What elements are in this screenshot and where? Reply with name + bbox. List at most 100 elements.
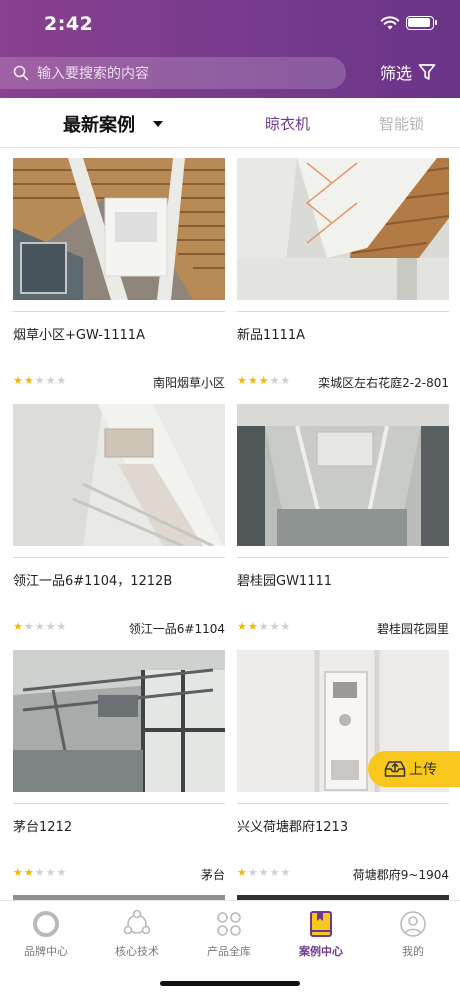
star-empty-icon: ★ (23, 620, 34, 633)
category-selected-label: 最新案例 (63, 115, 135, 136)
case-title: 兴义荷塘郡府1213 (237, 820, 349, 835)
case-grid: 烟草小区+GW-1111A ★ ★ ★ ★ ★ 南阳烟草小区 新品1111A ★… (0, 148, 460, 900)
upload-label: 上传 (409, 762, 437, 778)
search-icon (13, 65, 29, 81)
star-empty-icon: ★ (280, 374, 291, 387)
star-empty-icon: ★ (280, 620, 291, 633)
tabbar-item-brand[interactable]: 品牌中心 (6, 909, 86, 959)
category-dropdown[interactable]: 最新案例 (63, 111, 163, 137)
case-card[interactable]: 烟草小区+GW-1111A ★ ★ ★ ★ ★ 南阳烟草小区 (13, 148, 225, 394)
star-empty-icon: ★ (280, 866, 291, 879)
star-empty-icon: ★ (45, 620, 56, 633)
star-filled-icon: ★ (13, 374, 23, 387)
case-card[interactable]: 茅台1212 ★ ★ ★ ★ ★ 茅台 (13, 640, 225, 886)
tech-nodes-icon (123, 909, 151, 935)
search-placeholder: 输入要搜索的内容 (37, 66, 149, 82)
card-divider (13, 803, 225, 804)
case-rating: ★ ★ ★ ★ ★ (13, 375, 67, 387)
case-title: 碧桂园GW1111 (237, 574, 333, 589)
card-divider (237, 803, 449, 804)
case-book-icon (310, 911, 332, 937)
tabbar-item-products[interactable]: 产品全库 (189, 909, 269, 959)
app-header: 2:42 输入要搜索的内容 筛选 (0, 0, 460, 98)
star-empty-icon: ★ (34, 866, 45, 879)
search-input[interactable]: 输入要搜索的内容 (0, 57, 346, 89)
case-title: 新品1111A (237, 328, 305, 343)
star-empty-icon: ★ (56, 866, 67, 879)
star-filled-icon: ★ (23, 866, 34, 879)
star-empty-icon: ★ (258, 620, 269, 633)
tabbar-label: 案例中心 (299, 945, 343, 958)
tabbar-item-cases[interactable]: 案例中心 (281, 909, 361, 959)
profile-icon (400, 911, 426, 937)
star-empty-icon: ★ (269, 374, 280, 387)
star-filled-icon: ★ (237, 374, 247, 387)
case-photo (237, 404, 449, 546)
status-time: 2:42 (44, 13, 94, 35)
case-location: 南阳烟草小区 (152, 376, 225, 390)
filter-button[interactable]: 筛选 (380, 60, 436, 84)
star-empty-icon: ★ (56, 620, 67, 633)
case-rating: ★ ★ ★ ★ ★ (237, 867, 291, 879)
card-divider (237, 311, 449, 312)
case-rating: ★ ★ ★ ★ ★ (13, 621, 67, 633)
case-rating: ★ ★ ★ ★ ★ (237, 375, 291, 387)
filter-label: 筛选 (380, 64, 413, 83)
star-filled-icon: ★ (258, 374, 269, 387)
case-title: 领江一品6#1104，1212B (13, 574, 173, 589)
star-filled-icon: ★ (237, 620, 247, 633)
caret-down-icon (153, 121, 163, 127)
case-location: 荷塘郡府9~1904 (352, 868, 449, 882)
star-empty-icon: ★ (45, 866, 56, 879)
card-divider (13, 557, 225, 558)
star-empty-icon: ★ (269, 620, 280, 633)
star-empty-icon: ★ (247, 866, 258, 879)
star-empty-icon: ★ (269, 866, 280, 879)
tabbar-label: 我的 (402, 945, 424, 958)
star-filled-icon: ★ (247, 374, 258, 387)
case-card[interactable]: 新品1111A ★ ★ ★ ★ ★ 栾城区左右花庭2-2-801 (237, 148, 449, 394)
case-title: 茅台1212 (13, 820, 73, 835)
case-rating: ★ ★ ★ ★ ★ (13, 867, 67, 879)
star-empty-icon: ★ (34, 374, 45, 387)
case-location: 碧桂园花园里 (376, 622, 449, 636)
card-divider (237, 557, 449, 558)
battery-icon (406, 16, 437, 30)
brand-circle-icon (33, 911, 59, 937)
case-location: 栾城区左右花庭2-2-801 (318, 376, 449, 390)
case-photo (13, 158, 225, 300)
card-divider (13, 311, 225, 312)
star-empty-icon: ★ (258, 866, 269, 879)
case-photo (237, 158, 449, 300)
category-tabs-bar: 最新案例 晾衣机 智能锁 (0, 98, 460, 148)
case-rating: ★ ★ ★ ★ ★ (237, 621, 291, 633)
upload-tray-icon (384, 761, 406, 777)
filter-icon (418, 64, 436, 80)
case-location: 茅台 (200, 868, 225, 882)
wifi-icon (380, 16, 400, 30)
star-filled-icon: ★ (23, 374, 34, 387)
star-filled-icon: ★ (13, 620, 23, 633)
case-photo (13, 650, 225, 792)
star-filled-icon: ★ (247, 620, 258, 633)
case-title: 烟草小区+GW-1111A (13, 328, 145, 343)
status-bar: 2:42 (0, 0, 460, 50)
star-filled-icon: ★ (237, 866, 247, 879)
tabbar-label: 品牌中心 (24, 945, 68, 958)
tabbar-label: 产品全库 (207, 945, 251, 958)
home-indicator (160, 981, 300, 986)
upload-button[interactable]: 上传 (368, 751, 460, 787)
case-location: 领江一品6#1104 (128, 622, 225, 636)
tabbar-item-profile[interactable]: 我的 (373, 909, 453, 959)
star-empty-icon: ★ (34, 620, 45, 633)
product-grid-icon (217, 912, 241, 936)
case-card[interactable]: 领江一品6#1104，1212B ★ ★ ★ ★ ★ 领江一品6#1104 (13, 394, 225, 640)
tab-smart-lock[interactable]: 智能锁 (379, 113, 424, 134)
star-empty-icon: ★ (56, 374, 67, 387)
star-filled-icon: ★ (13, 866, 23, 879)
case-card[interactable]: 碧桂园GW1111 ★ ★ ★ ★ ★ 碧桂园花园里 (237, 394, 449, 640)
tab-clothes-airer[interactable]: 晾衣机 (265, 113, 310, 134)
tabbar-item-tech[interactable]: 核心技术 (97, 909, 177, 959)
case-photo (13, 404, 225, 546)
star-empty-icon: ★ (45, 374, 56, 387)
